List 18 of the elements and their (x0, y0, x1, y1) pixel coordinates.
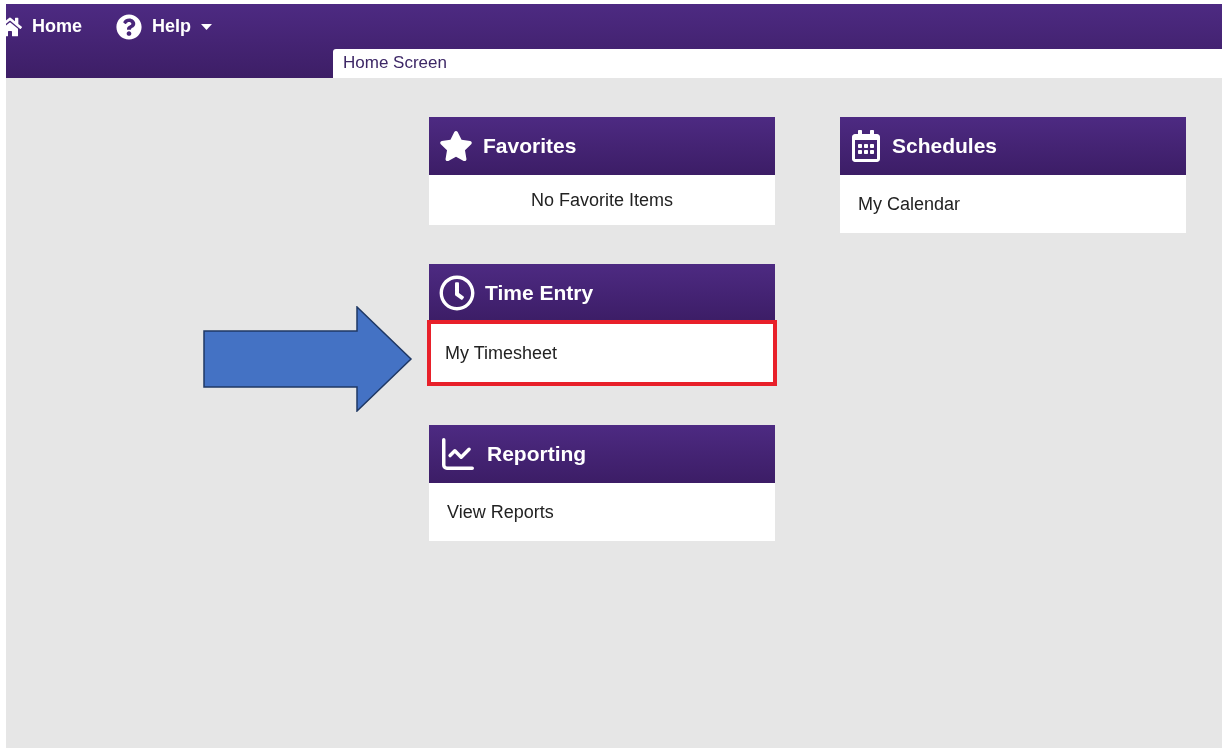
nav-label: Home (32, 16, 82, 37)
empty-message: No Favorite Items (429, 175, 775, 225)
nav-label: Help (152, 16, 192, 37)
nav-link[interactable]: Help (116, 13, 213, 40)
help-icon (116, 13, 142, 40)
nav-link[interactable]: Home (0, 14, 82, 39)
tab[interactable]: Home Screen (333, 49, 1222, 78)
star-icon (439, 129, 473, 163)
calendar-icon (850, 130, 882, 162)
card-title: Time Entry (485, 281, 594, 305)
line-chart-icon (439, 435, 477, 473)
menu-link[interactable]: My Calendar (840, 175, 1186, 233)
caret-icon (201, 23, 213, 30)
menu-link[interactable]: View Reports (429, 483, 775, 541)
card-title: Schedules (892, 134, 998, 158)
card-title: Favorites (483, 134, 577, 158)
clock-icon (439, 275, 475, 311)
card-title: Reporting (487, 442, 587, 466)
